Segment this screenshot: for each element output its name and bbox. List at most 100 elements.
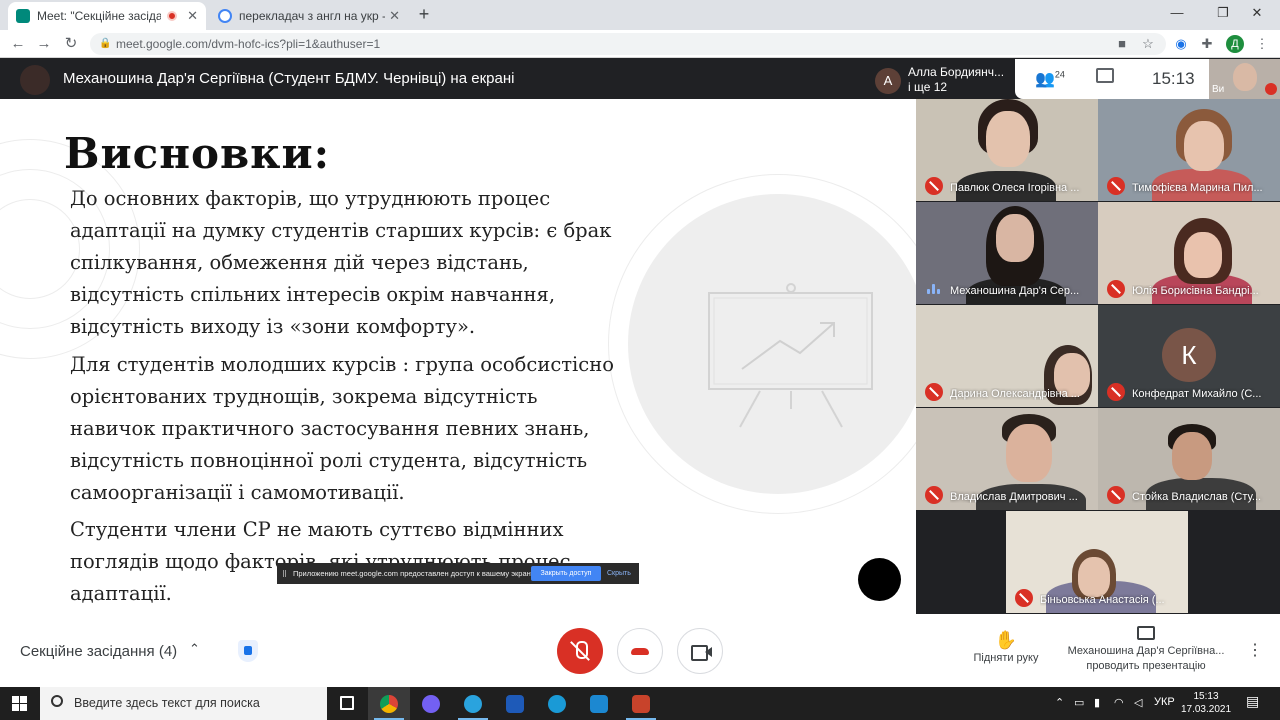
presenting-title: Механошина Дар'я Сергіївна (Студент БДМУ… — [63, 70, 515, 87]
language-indicator[interactable]: УКР — [1154, 696, 1175, 708]
taskbar-search-input[interactable]: Введите здесь текст для поиска — [40, 687, 327, 720]
profile-avatar[interactable]: Д — [1226, 35, 1244, 53]
presentation-slide: Висновки: До основних факторів, що утруд… — [0, 99, 916, 614]
close-tab-icon[interactable]: ✕ — [389, 8, 400, 24]
meet-favicon-icon — [16, 9, 30, 23]
participant-name: Юлія Борисівна Бандрі... — [1132, 285, 1259, 297]
participant-tile[interactable]: Тимофієва Марина Пил... — [1098, 99, 1280, 201]
extensions-puzzle-icon[interactable]: ✚ — [1198, 35, 1216, 53]
stop-sharing-button[interactable]: Закрыть доступ — [531, 566, 601, 581]
browser-toolbar: ← → ↻ 🔒 meet.google.com/dvm-hofc-ics?pli… — [0, 30, 1280, 58]
clock-date: 17.03.2021 — [1180, 704, 1232, 715]
microphone-off-button[interactable] — [557, 628, 603, 674]
telegram-taskbar-icon[interactable] — [452, 687, 494, 720]
people-icon: 👥 — [1035, 71, 1055, 88]
participant-name: Тимофієва Марина Пил... — [1132, 182, 1263, 194]
share-banner-text: Приложению meet.google.com предоставлен … — [293, 569, 536, 578]
camera-in-use-icon[interactable]: ■ — [1113, 35, 1131, 53]
participant-video — [1184, 232, 1222, 278]
browser-tab-bar: Meet: "Секційне засідання ( ✕ перекладач… — [0, 0, 1280, 30]
participant-tile[interactable]: Біньовська Анастасія (... — [1006, 511, 1188, 613]
slide-line: відсутність спільних інтересів окрім нав… — [70, 283, 556, 306]
new-tab-button[interactable]: + — [413, 4, 435, 26]
participant-video — [1078, 557, 1110, 597]
participant-tile[interactable]: Павлюк Олеся Ігорівна ... — [916, 99, 1098, 201]
participant-tile[interactable]: Дарина Олександрівна ... — [916, 305, 1098, 407]
camera-button[interactable] — [677, 628, 723, 674]
muted-icon — [925, 383, 943, 401]
participant-tile[interactable]: Юлія Борисівна Бандрі... — [1098, 202, 1280, 304]
self-label: Ви — [1212, 84, 1225, 95]
tab-title: Meet: "Секційне засідання ( — [37, 9, 162, 23]
close-window-button[interactable]: ✕ — [1234, 0, 1280, 28]
chevron-up-icon[interactable]: ⌃ — [189, 641, 200, 657]
participant-tile[interactable]: Механошина Дар'я Сер... — [916, 202, 1098, 304]
forward-button[interactable]: → — [34, 34, 54, 54]
taskbar-clock[interactable]: 15:13 17.03.2021 — [1177, 690, 1235, 716]
back-button[interactable]: ← — [8, 34, 28, 54]
chat-icon[interactable] — [1096, 68, 1114, 83]
edge-taskbar-icon[interactable] — [536, 687, 578, 720]
powerpoint-taskbar-icon[interactable] — [620, 687, 662, 720]
slide-title: Висновки: — [64, 129, 331, 178]
store-taskbar-icon[interactable] — [494, 687, 536, 720]
people-button[interactable]: 👥24 — [1035, 69, 1065, 89]
address-bar[interactable]: 🔒 meet.google.com/dvm-hofc-ics?pli=1&aut… — [90, 33, 1166, 55]
viber-taskbar-icon[interactable] — [410, 687, 452, 720]
meet-bottom-bar: Секційне засідання (4) ⌃ ✋ Підняти руку … — [0, 614, 1280, 687]
participant-name: Механошина Дар'я Сер... — [950, 285, 1080, 297]
notifications-icon[interactable]: ▤ — [1246, 693, 1259, 710]
slide-line: адаптації на думку студентів старших кур… — [70, 219, 612, 242]
screen-share-banner: Приложению meet.google.com предоставлен … — [277, 563, 639, 584]
browser-menu-icon[interactable]: ⋮ — [1253, 35, 1271, 53]
windows-start-icon[interactable] — [12, 696, 28, 712]
active-speakers[interactable]: Алла Бордиянч... і ще 12 — [908, 65, 1004, 95]
tab-meet[interactable]: Meet: "Секційне засідання ( ✕ — [8, 2, 206, 30]
tray-chevron-icon[interactable]: ⌃ — [1055, 696, 1064, 709]
leave-call-button[interactable] — [617, 628, 663, 674]
clock-time: 15:13 — [1193, 691, 1219, 702]
speaker-more: і ще 12 — [908, 80, 948, 94]
slide-line: самоорганізації і самомотивації. — [70, 481, 405, 504]
host-controls-shield-icon[interactable] — [238, 640, 258, 662]
people-count: 24 — [1054, 69, 1065, 80]
participant-video — [1006, 424, 1052, 482]
muted-icon — [1107, 383, 1125, 401]
chrome-taskbar-icon[interactable] — [368, 687, 410, 720]
presenting-status[interactable]: Механошина Дар'я Сергіївна... проводить … — [1060, 626, 1232, 674]
presenting-line-1: Механошина Дар'я Сергіївна... — [1067, 645, 1225, 657]
hide-banner-link[interactable]: Скрыть — [607, 563, 631, 584]
volume-icon[interactable]: ◁ — [1134, 696, 1142, 709]
close-tab-icon[interactable]: ✕ — [187, 8, 198, 24]
slide-line: відсутність виходу із «зони комфорту». — [70, 315, 476, 338]
participant-name: Конфедрат Михайло (С... — [1132, 388, 1262, 400]
minimize-button[interactable]: — — [1154, 0, 1200, 28]
participant-tile[interactable]: Стойка Владислав (Сту... — [1098, 408, 1280, 510]
raise-hand-label: Підняти руку — [973, 652, 1039, 664]
battery-icon[interactable]: ▮ — [1094, 696, 1100, 709]
participant-name: Біньовська Анастасія (... — [1040, 594, 1165, 606]
more-options-icon[interactable]: ⋮ — [1246, 640, 1264, 660]
drag-handle-icon[interactable] — [283, 570, 286, 577]
task-view-icon[interactable] — [326, 687, 368, 720]
bookmark-star-icon[interactable]: ☆ — [1139, 35, 1157, 53]
presenter-avatar — [20, 65, 50, 95]
participant-tile[interactable]: К Конфедрат Михайло (С... — [1098, 305, 1280, 407]
tab-translate[interactable]: перекладач з англ на укр - Пои ✕ — [210, 2, 408, 30]
meeting-details-button[interactable]: Секційне засідання (4) — [20, 643, 177, 660]
slide-line: відсутність повноцінної ролі студента, в… — [70, 449, 588, 472]
photos-taskbar-icon[interactable] — [578, 687, 620, 720]
extension-vpn-icon[interactable]: ◉ — [1172, 35, 1190, 53]
participant-tile[interactable]: Владислав Дмитрович ... — [916, 408, 1098, 510]
participant-video — [996, 214, 1034, 262]
reload-button[interactable]: ↻ — [61, 34, 81, 54]
windows-taskbar: Введите здесь текст для поиска ⌃ ▭ ▮ ◠ ◁… — [0, 687, 1280, 720]
participant-name: Стойка Владислав (Сту... — [1132, 491, 1262, 503]
network-icon[interactable]: ▭ — [1074, 696, 1084, 709]
self-view-thumbnail[interactable]: Ви — [1209, 59, 1280, 99]
muted-icon — [1107, 280, 1125, 298]
slide-line: орієнтованих труднощів, зокрема відсутні… — [70, 385, 538, 408]
google-favicon-icon — [218, 9, 232, 23]
raise-hand-button[interactable]: ✋ Підняти руку — [960, 630, 1052, 664]
wifi-icon[interactable]: ◠ — [1114, 696, 1124, 709]
